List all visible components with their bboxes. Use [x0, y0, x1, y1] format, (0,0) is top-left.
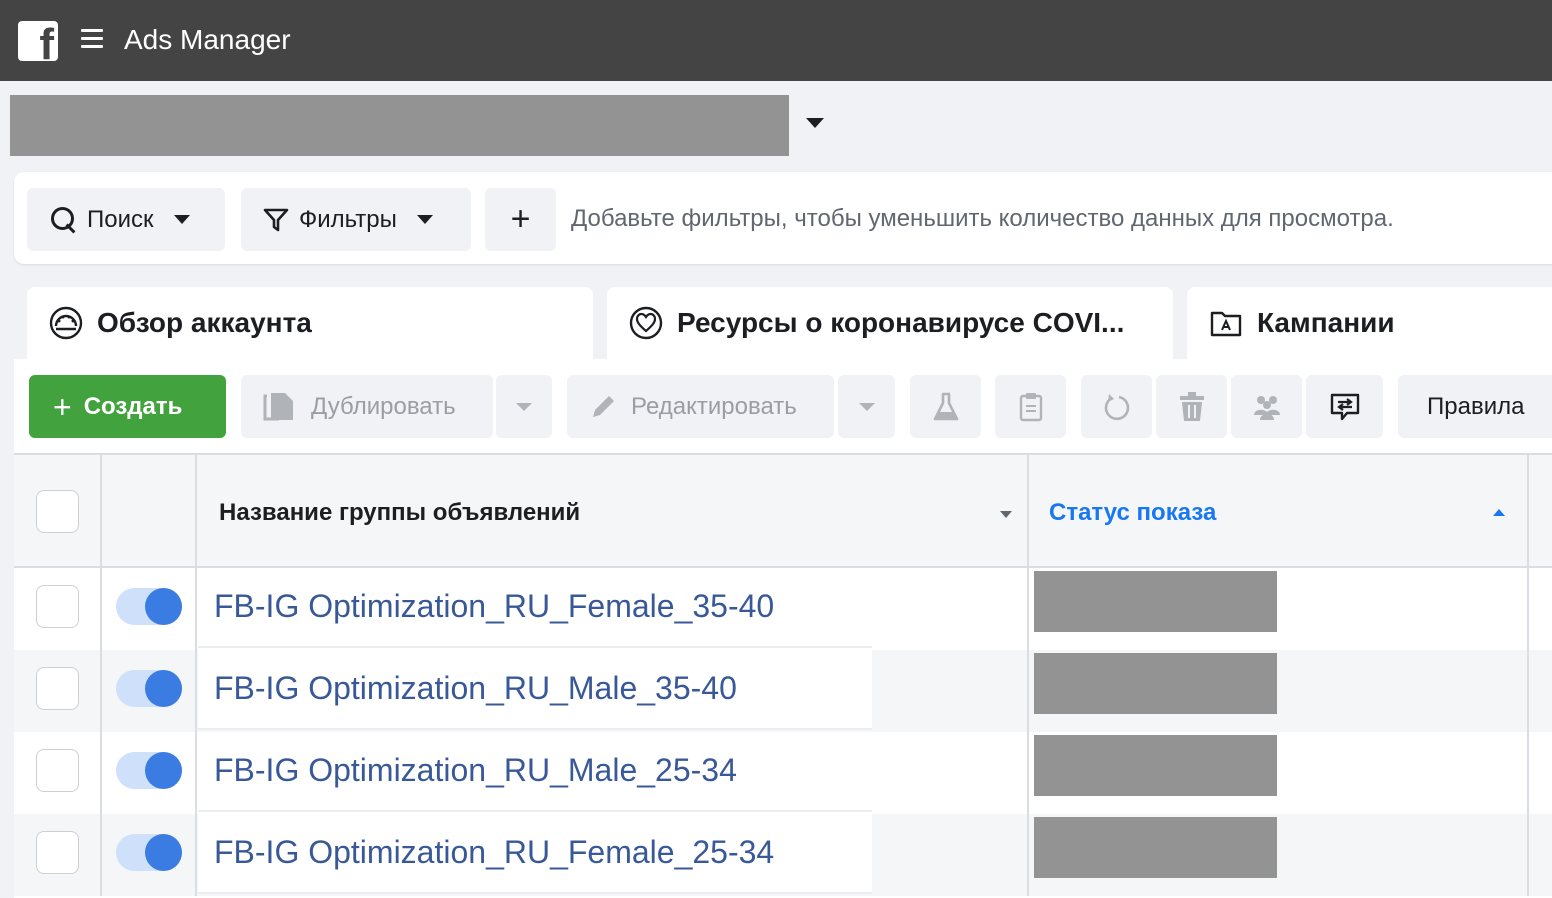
tab-label: Ресурсы о коронавирусе COVI... — [677, 307, 1125, 338]
funnel-icon — [263, 208, 289, 231]
edit-dropdown-button[interactable] — [838, 375, 895, 438]
table-row[interactable]: FB-IG Optimization_RU_Male_35-40 — [14, 650, 1552, 732]
plus-icon: + — [53, 388, 72, 425]
hamburger-menu-icon[interactable] — [81, 29, 103, 51]
column-divider — [1527, 453, 1529, 896]
column-header-name[interactable]: Название группы объявлений — [219, 499, 580, 527]
clipboard-button[interactable] — [995, 375, 1066, 438]
audience-button[interactable] — [1231, 375, 1302, 438]
rules-button[interactable]: Правила — [1398, 375, 1552, 438]
filters-button[interactable]: Фильтры — [241, 188, 471, 251]
flask-icon — [933, 392, 958, 420]
select-all-checkbox[interactable] — [36, 490, 79, 533]
ad-set-name-link[interactable]: FB-IG Optimization_RU_Female_25-34 — [214, 834, 774, 871]
clipboard-icon — [1019, 392, 1042, 421]
row-checkbox[interactable] — [36, 667, 79, 710]
filters-label: Фильтры — [299, 205, 397, 233]
ad-set-name-link[interactable]: FB-IG Optimization_RU_Female_35-40 — [214, 588, 774, 625]
chevron-down-icon — [858, 402, 875, 411]
search-icon — [51, 206, 77, 233]
sort-down-icon[interactable] — [1000, 511, 1012, 518]
table-row[interactable]: FB-IG Optimization_RU_Female_35-40 — [14, 568, 1552, 650]
chevron-down-icon — [516, 402, 532, 411]
facebook-logo-icon[interactable]: f — [18, 21, 58, 61]
duplicate-label: Дублировать — [311, 392, 456, 420]
heart-circle-icon — [629, 306, 663, 340]
row-toggle-switch[interactable] — [116, 588, 182, 625]
column-header-status[interactable]: Статус показа — [1049, 499, 1216, 527]
trash-icon — [1179, 391, 1204, 421]
name-cell: FB-IG Optimization_RU_Male_25-34 — [198, 732, 872, 812]
name-cell: FB-IG Optimization_RU_Male_35-40 — [198, 650, 872, 730]
undo-button[interactable] — [1081, 375, 1152, 438]
row-toggle-switch[interactable] — [116, 670, 182, 707]
tab-account-overview[interactable]: Обзор аккаунта — [27, 287, 593, 359]
account-dropdown-caret-icon[interactable] — [806, 118, 824, 128]
tab-campaigns[interactable]: Кампании — [1187, 287, 1552, 359]
status-redacted — [1034, 735, 1277, 796]
people-icon — [1253, 395, 1280, 420]
row-checkbox[interactable] — [36, 585, 79, 628]
status-redacted — [1034, 571, 1277, 632]
refresh-icon — [1104, 393, 1129, 420]
account-selector-redacted[interactable] — [10, 95, 789, 156]
search-label: Поиск — [87, 205, 154, 233]
chevron-down-icon — [173, 215, 190, 224]
duplicate-icon — [263, 392, 293, 420]
sort-up-icon[interactable] — [1493, 509, 1505, 516]
filter-hint-text: Добавьте фильтры, чтобы уменьшить количе… — [571, 205, 1394, 232]
folder-icon — [1210, 311, 1242, 337]
add-filter-button[interactable]: + — [485, 188, 556, 251]
pencil-icon — [593, 395, 614, 417]
speedometer-icon — [49, 306, 83, 340]
ad-set-name-link[interactable]: FB-IG Optimization_RU_Male_35-40 — [214, 670, 737, 707]
duplicate-dropdown-button[interactable] — [496, 375, 552, 438]
duplicate-button[interactable]: Дублировать — [241, 375, 493, 438]
filter-panel: Поиск Фильтры + Добавьте фильтры, чтобы … — [14, 172, 1552, 264]
tab-label: Обзор аккаунта — [97, 307, 312, 338]
name-cell: FB-IG Optimization_RU_Female_35-40 — [198, 568, 872, 648]
edit-button[interactable]: Редактировать — [567, 375, 834, 438]
rules-label: Правила — [1427, 392, 1525, 420]
table-row[interactable]: FB-IG Optimization_RU_Male_25-34 — [14, 732, 1552, 814]
row-toggle-switch[interactable] — [116, 752, 182, 789]
row-checkbox[interactable] — [36, 749, 79, 792]
compare-arrows-icon — [1330, 393, 1359, 420]
row-checkbox[interactable] — [36, 831, 79, 874]
create-button[interactable]: + Создать — [29, 375, 226, 438]
ab-test-button[interactable] — [910, 375, 981, 438]
tab-covid-resources[interactable]: Ресурсы о коронавирусе COVI... — [607, 287, 1173, 359]
column-divider — [100, 453, 102, 896]
name-cell: FB-IG Optimization_RU_Female_25-34 — [198, 814, 872, 894]
edit-label: Редактировать — [631, 392, 797, 420]
search-button[interactable]: Поиск — [27, 188, 225, 251]
table-header: Название группы объявлений Статус показа — [14, 453, 1552, 568]
ad-set-name-link[interactable]: FB-IG Optimization_RU_Male_25-34 — [214, 752, 737, 789]
column-divider — [195, 453, 197, 896]
app-title: Ads Manager — [124, 24, 291, 55]
status-redacted — [1034, 653, 1277, 714]
status-redacted — [1034, 817, 1277, 878]
top-bar: f Ads Manager — [0, 0, 1552, 81]
row-toggle-switch[interactable] — [116, 834, 182, 871]
column-divider — [1027, 453, 1029, 896]
create-label: Создать — [83, 392, 183, 420]
main-panel: + Создать Дублировать Редактировать Прав… — [14, 359, 1552, 898]
compare-button[interactable] — [1306, 375, 1383, 438]
table-row[interactable]: FB-IG Optimization_RU_Female_25-34 — [14, 814, 1552, 896]
tab-label: Кампании — [1257, 307, 1395, 338]
delete-button[interactable] — [1156, 375, 1227, 438]
chevron-down-icon — [416, 215, 433, 224]
